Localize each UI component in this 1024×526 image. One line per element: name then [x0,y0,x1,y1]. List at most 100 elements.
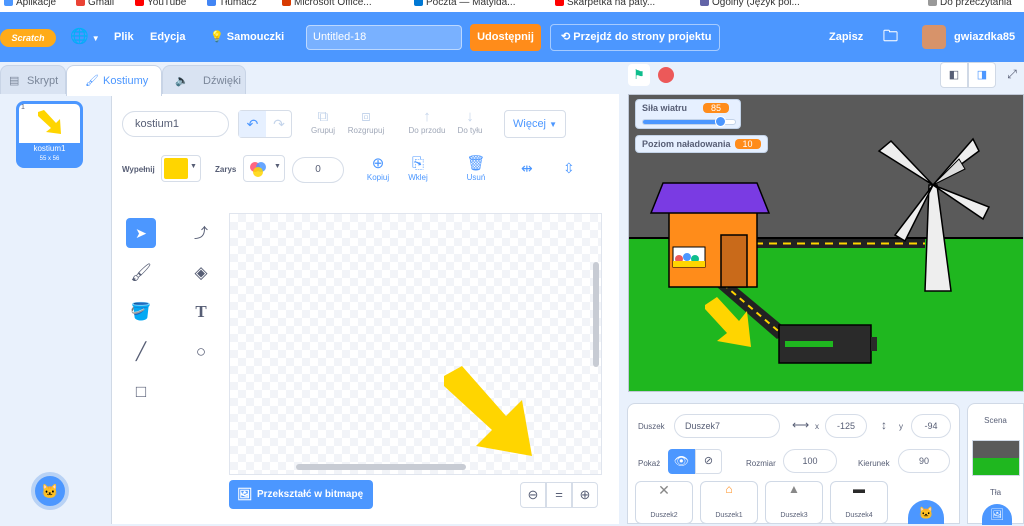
sprite-thumb-duszek1[interactable]: ⌂ Duszek1 [700,481,758,524]
tab-sounds[interactable]: 🔈 Dźwięki [162,65,246,95]
fill-swatch [164,158,188,179]
outline-color-picker[interactable]: ▼ [243,155,285,182]
scene-title: Scena [984,416,1007,425]
brush-tool[interactable]: 🖌 [126,258,156,288]
stage-header: ⚑ ◧ ◨ ⤢ [620,62,1024,92]
zoom-out-button[interactable]: ⊖ [520,482,546,508]
bookmark-label: Skarpetka na paty... [567,0,656,8]
flip-vertical-icon[interactable]: ⇳ [563,160,575,177]
slider-knob[interactable] [715,116,727,127]
paste-button[interactable]: ⎘ Wklej [404,155,432,182]
rectangle-tool[interactable]: □ [126,377,156,407]
arrow-costume-thumbnail [38,110,61,134]
file-menu[interactable]: Plik [114,12,134,62]
add-backdrop-button[interactable]: 🖼 [982,504,1012,525]
language-menu[interactable]: 🌐 ▼ [70,12,100,62]
sprite-thumb-duszek2[interactable]: ✕ Duszek2 [635,481,693,524]
scratch-logo[interactable]: Scratch [0,29,56,47]
sprite-thumb-duszek3[interactable]: ▲ Duszek3 [765,481,823,524]
share-button[interactable]: Udostępnij [470,24,541,51]
costume-size: 55 x 56 [39,156,60,162]
bookmark-office[interactable]: Microsoft Office... [282,0,372,8]
trash-icon: 🗑 [466,155,486,172]
circle-tool[interactable]: ○ [186,337,216,367]
fullscreen-icon[interactable]: ⤢ [1000,62,1024,88]
sprite-thumb-duszek4[interactable]: ▬ Duszek4 [830,481,888,524]
flip-horizontal-icon[interactable]: ⇹ [521,160,533,177]
y-input[interactable]: -94 [911,414,951,438]
green-flag-icon[interactable]: ⚑ [628,64,650,86]
group-button[interactable]: ⧉ Grupuj [308,108,338,135]
tab-code[interactable]: ▤ Skrypt [0,65,66,95]
text-tool[interactable]: T [186,297,216,327]
undo-redo-group: ↶ ↷ [238,110,292,138]
redo-icon[interactable]: ↷ [266,111,292,137]
zoom-in-button[interactable]: ⊕ [572,482,598,508]
bookmark-label: Tłumacz [219,0,257,8]
vertical-scrollbar[interactable] [593,262,599,367]
costume-card[interactable]: 1 kostium1 55 x 56 [16,101,83,168]
copy-button[interactable]: ⊕ Kopiuj [364,155,392,182]
direction-input[interactable]: 90 [898,449,950,473]
bookmark-gmail[interactable]: Gmail [76,0,114,8]
stop-icon[interactable] [658,67,674,83]
add-costume-button[interactable]: 🐱 [31,472,69,510]
fill-tool[interactable]: 🪣 [126,297,156,327]
backdrops-label: Tła [989,488,1002,497]
delete-label: Usuń [466,173,486,182]
bookmark-reading-list[interactable]: Do przeczytania [928,0,1012,8]
fill-color-picker[interactable]: ▼ [161,155,201,182]
tutorials-menu[interactable]: 💡 Samouczki [210,12,284,62]
folder-icon[interactable]: 🗀 [883,12,898,62]
more-dropdown[interactable]: Więcej ▼ [504,110,566,138]
size-label: Rozmiar [746,459,776,468]
backward-button[interactable]: ↓ Do tyłu [453,108,487,135]
reshape-tool[interactable]: ⤴ [186,218,216,248]
eraser-tool[interactable]: ◈ [186,258,216,288]
monitor-value: 10 [734,139,761,149]
select-tool[interactable]: ➤ [126,218,156,248]
x-label: x [815,422,819,431]
avatar[interactable] [922,25,946,49]
bookmark-youtube[interactable]: YouTube [135,0,186,8]
monitor-label: Siła wiatru [642,103,688,113]
undo-icon[interactable]: ↶ [239,111,266,137]
bookmark-mail[interactable]: Poczta — Matylda... [414,0,515,8]
project-title-input[interactable]: Untitled-18 [306,25,462,50]
size-input[interactable]: 100 [783,449,837,473]
bookmark-sock[interactable]: Skarpetka na paty... [555,0,655,8]
hide-eye-icon[interactable]: ⊘ [695,449,722,474]
bookmark-general[interactable]: Ogólny (Język pol... [700,0,800,8]
wind-strength-monitor: Siła wiatru 85 [635,99,741,129]
sprite-name-input[interactable]: Duszek7 [674,414,780,438]
tab-costumes[interactable]: 🖌 Kostiumy [66,65,162,96]
costume-index: 1 [21,104,25,111]
yellow-arrow-shape[interactable] [440,364,540,464]
costume-name-input[interactable]: kostium1 [122,111,229,137]
zoom-reset-button[interactable]: = [546,482,572,508]
username[interactable]: gwiazdka85 [954,12,1015,62]
x-input[interactable]: -125 [825,414,867,438]
large-stage-icon[interactable]: ◨ [968,62,996,88]
backdrop-thumbnail[interactable] [972,440,1020,476]
bookmark-translate[interactable]: Tłumacz [207,0,257,8]
line-tool[interactable]: ╱ [126,337,156,367]
costume-label: kostium1 55 x 56 [19,143,80,165]
delete-button[interactable]: 🗑 Usuń [462,155,490,182]
horizontal-scrollbar[interactable] [296,464,466,470]
bookmark-label: Gmail [88,0,115,8]
outline-width-input[interactable]: 0 [292,157,344,183]
edit-menu[interactable]: Edycja [150,12,185,62]
bookmark-apps[interactable]: Aplikacje [4,0,56,8]
drawing-canvas[interactable] [229,213,602,475]
convert-bitmap-button[interactable]: 🖼 Przekształć w bitmapę [229,480,373,509]
paint-bucket-icon: 🪣 [130,302,152,321]
ungroup-button[interactable]: ⧈ Rozgrupuj [344,108,388,135]
save-menu[interactable]: Zapisz [829,12,863,62]
forward-button[interactable]: ↑ Do przodu [405,108,449,135]
wind-strength-slider[interactable] [642,116,736,127]
small-stage-icon[interactable]: ◧ [940,62,968,88]
show-eye-icon[interactable]: 👁 [668,449,695,474]
see-project-page-button[interactable]: ⟲ Przejdź do strony projektu [550,24,720,51]
stage[interactable]: Siła wiatru 85 Poziom naładowania 10 [628,94,1024,392]
